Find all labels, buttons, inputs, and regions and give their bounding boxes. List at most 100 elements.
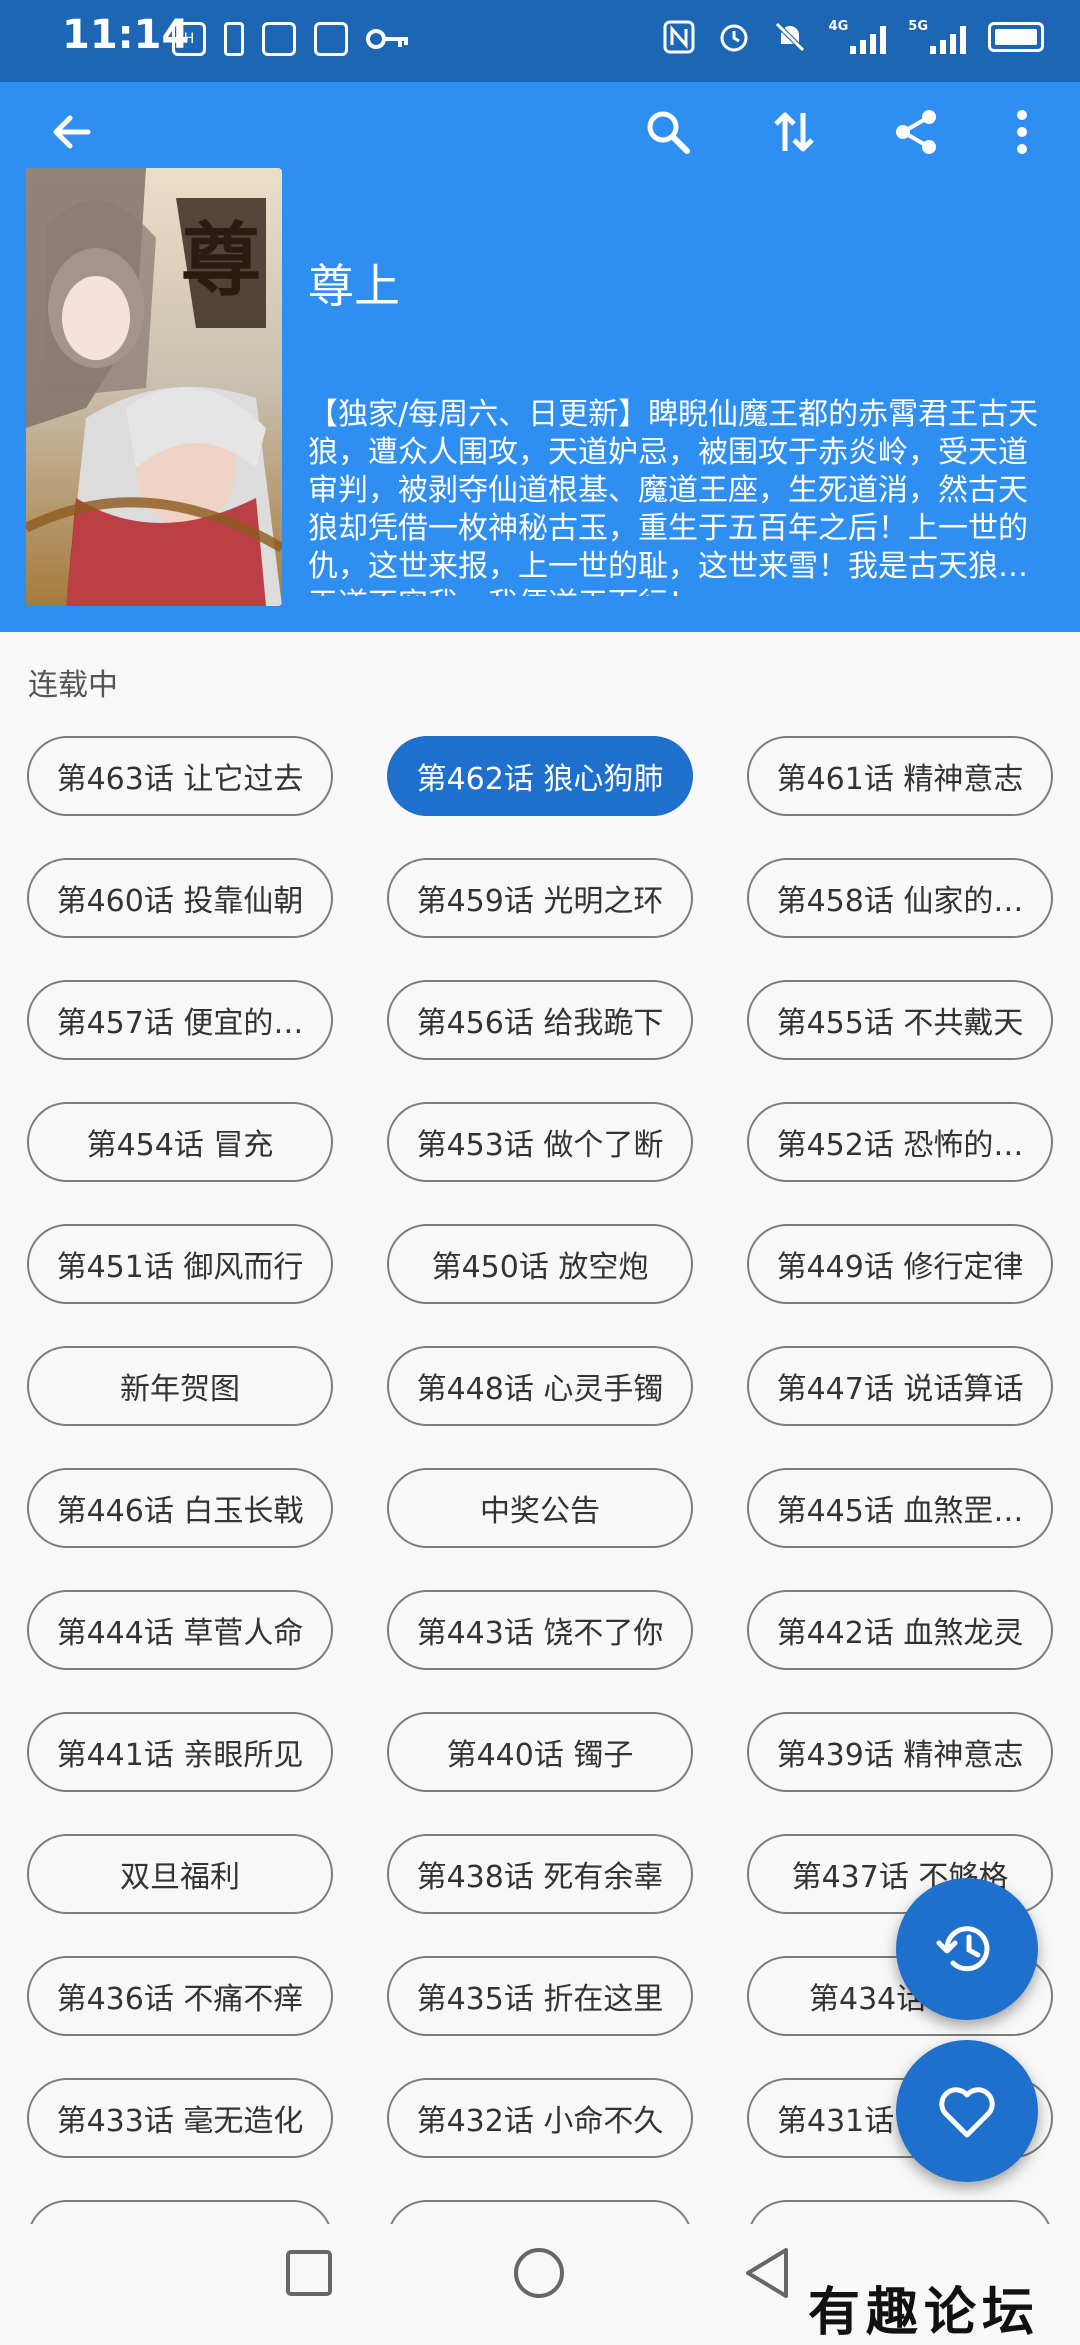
chapter-chip[interactable]: 第447话 说话算话	[747, 1346, 1053, 1426]
chapter-label: 第459话 光明之环	[416, 884, 664, 919]
chapter-chip[interactable]: 第456话 给我跪下	[387, 980, 693, 1060]
chapter-chip[interactable]: 新年贺图	[27, 1346, 333, 1426]
chapter-label: 第440话 镯子	[446, 1738, 634, 1773]
chapter-label: 中奖公告	[480, 1494, 600, 1529]
chapter-label: 第463话 让它过去	[56, 762, 304, 797]
chapter-label: 第447话 说话算话	[776, 1372, 1024, 1407]
chapter-label: 第443话 饶不了你	[416, 1616, 664, 1651]
chapter-label: 第441话 亲眼所见	[56, 1738, 304, 1773]
share-button[interactable]	[876, 92, 956, 172]
alarm-icon	[720, 24, 748, 52]
chapter-chip[interactable]: 第459话 光明之环	[387, 858, 693, 938]
chapter-label: 第438话 死有余辜	[416, 1860, 664, 1895]
battery-icon	[988, 22, 1044, 52]
share-icon	[896, 110, 936, 154]
chapter-chip[interactable]: 第448话 心灵手镯	[387, 1346, 693, 1426]
chapter-chip[interactable]: 第436话 不痛不痒	[27, 1956, 333, 2036]
chapter-label: 第453话 做个了断	[416, 1128, 664, 1163]
heart-icon	[939, 2087, 995, 2138]
signal-4g-icon: 4G	[829, 20, 887, 54]
hmos-icon: H	[172, 22, 206, 56]
sort-button[interactable]	[754, 92, 834, 172]
back-button[interactable]	[32, 92, 112, 172]
chapter-chip[interactable]: 第440话 镯子	[387, 1712, 693, 1792]
chapter-label: 第455话 不共戴天	[776, 1006, 1024, 1041]
chapter-label: 第442话 血煞龙灵	[776, 1616, 1024, 1651]
chapter-chip[interactable]: 中奖公告	[387, 1468, 693, 1548]
chapter-chip-current[interactable]: 第462话 狼心狗肺	[387, 736, 693, 816]
tieba-icon	[262, 22, 296, 56]
chapter-label: 第454话 冒充	[86, 1128, 274, 1163]
chapter-label: 第460话 投靠仙朝	[56, 884, 304, 919]
status-right-icons: 4G 5G	[663, 20, 1044, 54]
chapter-label: 第462话 狼心狗肺	[416, 762, 664, 797]
chapter-chip[interactable]: 双旦福利	[27, 1834, 333, 1914]
chapter-label: 第436话 不痛不痒	[56, 1982, 304, 2017]
chapter-chip[interactable]: 第435话 折在这里	[387, 1956, 693, 2036]
chapter-chip[interactable]: 第439话 精神意志	[747, 1712, 1053, 1792]
chapter-label: 第452话 恐怖的…	[776, 1128, 1024, 1163]
signal-5g-label: 5G	[908, 19, 928, 34]
circle-icon[interactable]	[512, 2246, 566, 2300]
chapter-chip[interactable]: 第457话 便宜的…	[27, 980, 333, 1060]
chapter-label: 第439话 精神意志	[776, 1738, 1024, 1773]
chapter-chip[interactable]: 第443话 饶不了你	[387, 1590, 693, 1670]
chapter-chip[interactable]: 第442话 血煞龙灵	[747, 1590, 1053, 1670]
chapter-chip[interactable]: 第445话 血煞罡…	[747, 1468, 1053, 1548]
chapter-label: 第445话 血煞罡…	[776, 1494, 1024, 1529]
chapter-label: 第449话 修行定律	[776, 1250, 1024, 1285]
chapter-label: 第435话 折在这里	[416, 1982, 664, 2017]
comic-description[interactable]: 【独家/每周六、日更新】睥睨仙魔王都的赤霄君王古天狼，遭众人围攻，天道妒忌，被围…	[308, 396, 1056, 596]
chapter-chip[interactable]: 第446话 白玉长戟	[27, 1468, 333, 1548]
chapter-chip[interactable]: 第452话 恐怖的…	[747, 1102, 1053, 1182]
chapter-label: 双旦福利	[120, 1860, 240, 1895]
chapter-chip[interactable]: 第438话 死有余辜	[387, 1834, 693, 1914]
chapter-chip[interactable]: 第441话 亲眼所见	[27, 1712, 333, 1792]
chapter-label: 第456话 给我跪下	[416, 1006, 664, 1041]
more-button[interactable]	[982, 92, 1062, 172]
watermark: 有趣论坛	[807, 2282, 1040, 2343]
triangle-back-icon[interactable]	[742, 2246, 792, 2300]
square-icon[interactable]	[284, 2248, 334, 2298]
chapter-label: 第433话 毫无造化	[56, 2104, 304, 2139]
key-icon	[366, 29, 408, 49]
serial-status: 连载中	[28, 668, 118, 703]
swap-vertical-icon	[774, 112, 814, 152]
chapter-label: 第446话 白玉长戟	[56, 1494, 304, 1529]
chapter-chip[interactable]: 第463话 让它过去	[27, 736, 333, 816]
favorite-button[interactable]	[896, 2040, 1038, 2182]
history-button[interactable]	[896, 1878, 1038, 2020]
search-button[interactable]	[628, 92, 708, 172]
chapter-chip[interactable]: 第451话 御风而行	[27, 1224, 333, 1304]
chapter-label: 第457话 便宜的…	[56, 1006, 304, 1041]
chapter-label: 第448话 心灵手镯	[416, 1372, 664, 1407]
chapter-label: 第461话 精神意志	[776, 762, 1024, 797]
mute-icon	[774, 22, 805, 52]
chapter-chip[interactable]: 第450话 放空炮	[387, 1224, 693, 1304]
chapter-chip[interactable]: 第444话 草菅人命	[27, 1590, 333, 1670]
chapter-grid: 第463话 让它过去 第462话 狼心狗肺 第461话 精神意志 第460话 投…	[27, 736, 1067, 2280]
chapter-chip[interactable]: 第454话 冒充	[27, 1102, 333, 1182]
chapter-label: 第432话 小命不久	[416, 2104, 664, 2139]
alert-icon	[224, 22, 244, 56]
chapter-chip[interactable]: 第449话 修行定律	[747, 1224, 1053, 1304]
signal-5g-icon: 5G	[908, 20, 966, 54]
status-time: 11:14	[62, 12, 190, 58]
chapter-chip[interactable]: 第458话 仙家的…	[747, 858, 1053, 938]
svg-text:尊: 尊	[181, 213, 261, 307]
signal-4g-label: 4G	[828, 19, 849, 34]
chapter-chip[interactable]: 第433话 毫无造化	[27, 2078, 333, 2158]
chapter-chip[interactable]: 第453话 做个了断	[387, 1102, 693, 1182]
arrow-back-icon	[53, 115, 91, 149]
chapter-chip[interactable]: 第455话 不共戴天	[747, 980, 1053, 1060]
chapter-chip[interactable]: 第461话 精神意志	[747, 736, 1053, 816]
comic-title: 尊上	[308, 259, 400, 313]
comic-cover[interactable]: 尊	[26, 168, 282, 606]
chapter-chip[interactable]: 第432话 小命不久	[387, 2078, 693, 2158]
chapter-label: 第444话 草菅人命	[56, 1616, 304, 1651]
chapter-label: 第450话 放空炮	[431, 1250, 649, 1285]
chapter-label: 新年贺图	[120, 1372, 240, 1407]
more-vertical-icon	[1017, 110, 1027, 154]
nfc-icon	[663, 20, 695, 54]
chapter-chip[interactable]: 第460话 投靠仙朝	[27, 858, 333, 938]
